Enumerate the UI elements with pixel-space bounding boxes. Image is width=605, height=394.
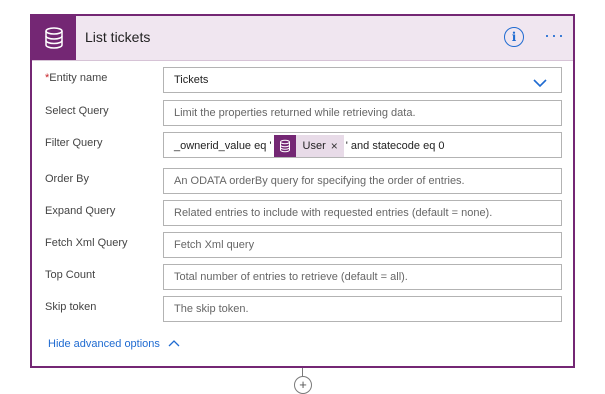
chevron-up-icon: [168, 338, 180, 350]
token-remove-button[interactable]: ×: [331, 139, 344, 153]
action-card: List tickets i ··· *Entity name Tickets …: [30, 14, 575, 368]
more-options-button[interactable]: ···: [544, 25, 565, 45]
fetch-xml-query-label: Fetch Xml Query: [45, 237, 128, 249]
row-order-by: Order By An ODATA orderBy query for spec…: [32, 168, 573, 194]
row-select-query: Select Query Limit the properties return…: [32, 100, 573, 126]
entity-name-dropdown[interactable]: Tickets: [163, 67, 562, 93]
select-query-input[interactable]: Limit the properties returned while retr…: [163, 100, 562, 126]
order-by-label: Order By: [45, 173, 90, 185]
fetch-xml-query-input[interactable]: Fetch Xml query: [163, 232, 562, 258]
row-skip-token: Skip token The skip token.: [32, 296, 573, 322]
row-entity-name: *Entity name Tickets: [32, 67, 573, 93]
filter-query-suffix: ' and statecode eq 0: [345, 140, 445, 152]
fetch-xml-query-placeholder: Fetch Xml query: [174, 239, 255, 251]
select-query-label: Select Query: [45, 105, 109, 117]
order-by-input[interactable]: An ODATA orderBy query for specifying th…: [163, 168, 562, 194]
card-title: List tickets: [85, 29, 151, 45]
expand-query-label: Expand Query: [45, 205, 116, 217]
dynamic-content-token[interactable]: User ×: [273, 135, 344, 157]
top-count-input[interactable]: Total number of entries to retrieve (def…: [163, 264, 562, 290]
select-query-placeholder: Limit the properties returned while retr…: [174, 107, 416, 119]
skip-token-placeholder: The skip token.: [174, 303, 249, 315]
database-icon: [32, 16, 76, 60]
skip-token-label: Skip token: [45, 301, 97, 313]
filter-query-label: Filter Query: [45, 137, 103, 149]
add-step-button[interactable]: +: [294, 376, 312, 394]
chevron-down-icon[interactable]: [533, 75, 547, 93]
card-header[interactable]: List tickets i ···: [32, 16, 573, 61]
top-count-placeholder: Total number of entries to retrieve (def…: [174, 271, 408, 283]
row-fetch-xml-query: Fetch Xml Query Fetch Xml query: [32, 232, 573, 258]
order-by-placeholder: An ODATA orderBy query for specifying th…: [174, 175, 465, 187]
filter-query-prefix: _ownerid_value eq ': [174, 140, 272, 152]
entity-name-value: Tickets: [174, 74, 209, 86]
hide-advanced-options-label: Hide advanced options: [48, 338, 160, 350]
filter-query-input[interactable]: _ownerid_value eq ' User × ' and stateco…: [163, 132, 562, 158]
row-expand-query: Expand Query Related entries to include …: [32, 200, 573, 226]
database-icon: [273, 135, 296, 157]
hide-advanced-options-link[interactable]: Hide advanced options: [48, 338, 180, 350]
expand-query-placeholder: Related entries to include with requeste…: [174, 207, 493, 219]
info-icon[interactable]: i: [504, 27, 524, 47]
row-filter-query: Filter Query _ownerid_value eq ' User ×: [32, 132, 573, 158]
filter-query-content: _ownerid_value eq ' User × ' and stateco…: [174, 133, 445, 159]
entity-name-label: *Entity name: [45, 72, 108, 84]
token-label: User: [302, 140, 326, 152]
skip-token-input[interactable]: The skip token.: [163, 296, 562, 322]
expand-query-input[interactable]: Related entries to include with requeste…: [163, 200, 562, 226]
top-count-label: Top Count: [45, 269, 96, 281]
row-top-count: Top Count Total number of entries to ret…: [32, 264, 573, 290]
